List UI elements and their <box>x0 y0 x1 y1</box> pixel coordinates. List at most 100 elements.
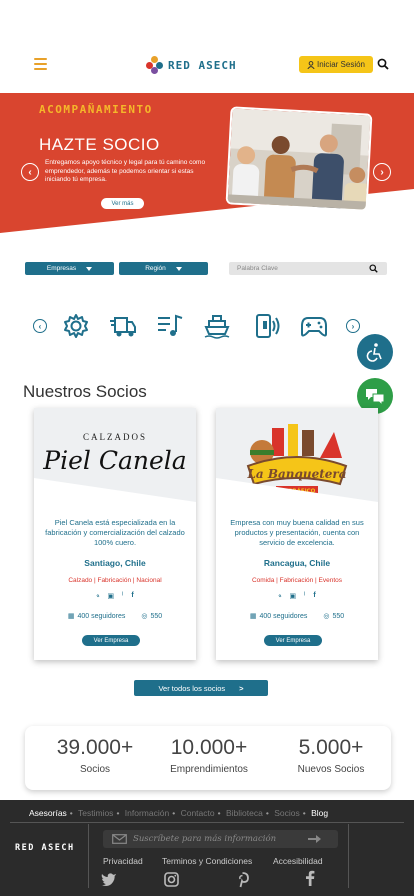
stat-label: Socios <box>79 764 110 775</box>
partner-tags: Comida | Fabricación | Eventos <box>251 577 343 584</box>
hero-banner: ACOMPAÑAMIENTO HAZTE SOCIO Entregamos ap… <box>0 93 414 233</box>
footer-link-socios[interactable]: Socios <box>274 808 300 818</box>
subscribe-placeholder: Suscríbete para más información <box>133 834 277 844</box>
followers-count: 400 seguidores <box>259 612 308 620</box>
views-icon: ◎ <box>323 613 330 620</box>
stat-socios: 39.000+ Socios <box>35 736 155 775</box>
hero-title: HAZTE SOCIO <box>39 135 160 154</box>
accessibility-button[interactable] <box>357 334 393 370</box>
chat-icon <box>366 389 385 406</box>
hamburger-menu-icon[interactable] <box>34 58 47 70</box>
device-icon[interactable] <box>253 312 281 340</box>
partner-card-piel-canela: CALZADOS Piel Canela Piel Canela está es… <box>34 408 196 660</box>
pinterest-icon[interactable]: ᴵ <box>304 592 305 600</box>
chevron-down-icon <box>86 266 93 271</box>
views-count: 550 <box>150 612 163 620</box>
brand-logo[interactable]: RED ASECH <box>146 56 237 74</box>
instagram-icon[interactable]: ▣ <box>290 592 297 600</box>
views-count: 550 <box>332 612 345 620</box>
footer: Asesorías • Testimios • Información • Conta… <box>0 800 414 896</box>
mail-icon <box>112 834 127 844</box>
ship-icon[interactable] <box>203 312 231 340</box>
logo-mark-icon <box>146 56 164 74</box>
truck-icon[interactable] <box>109 312 137 340</box>
empresas-label: Empresas <box>46 265 77 272</box>
footer-link-accesibilidad[interactable]: Accesibilidad <box>273 856 323 866</box>
view-all-label: Ver todos los socios <box>158 683 226 693</box>
partner-social-links: 𝓻 ▣ ᴵ f <box>34 592 196 600</box>
followers-count: 400 seguidores <box>77 612 126 620</box>
facebook-icon[interactable]: f <box>131 592 133 600</box>
partner-location: Santiago, Chile <box>84 558 146 568</box>
login-label: Iniciar Sesión <box>316 60 366 69</box>
stat-value: 39.000+ <box>56 736 134 759</box>
chevron-right-icon: > <box>239 683 244 693</box>
category-next-icon[interactable]: › <box>346 319 360 333</box>
card-wedge <box>34 478 196 518</box>
chevron-down-icon <box>175 266 182 271</box>
partner-location: Rancagua, Chile <box>263 558 331 568</box>
card-wedge <box>216 478 378 518</box>
footer-divider-vertical <box>88 824 89 888</box>
top-header: RED ASECH Iniciar Sesión <box>0 44 414 84</box>
followers-icon: ▦ <box>249 613 257 620</box>
partner-description: Empresa con muy buena calidad en sus pro… <box>230 518 364 547</box>
instagram-icon[interactable] <box>164 872 179 887</box>
facebook-icon[interactable]: f <box>313 592 315 600</box>
instagram-icon[interactable]: ▣ <box>108 592 115 600</box>
keyword-search-input[interactable]: Palabra Clave <box>229 262 387 275</box>
footer-link-terminos[interactable]: Terminos y Condiciones <box>162 856 252 866</box>
search-icon[interactable] <box>377 58 389 70</box>
logo-top-text: CALZADOS <box>82 432 147 442</box>
region-select[interactable]: Región <box>119 262 208 275</box>
footer-link-biblioteca[interactable]: Biblioteca <box>226 808 263 818</box>
view-company-button[interactable]: Ver Empresa <box>264 635 322 646</box>
hero-more-button[interactable]: Ver más <box>101 198 144 209</box>
stat-value: 5.000+ <box>298 736 364 759</box>
settings-icon[interactable] <box>62 312 90 340</box>
keyword-placeholder: Palabra Clave <box>237 265 278 272</box>
footer-link-blog[interactable]: Blog <box>311 808 328 818</box>
twitter-icon[interactable] <box>101 872 117 886</box>
footer-link-informacion[interactable]: Información <box>125 808 169 818</box>
user-icon <box>307 60 315 69</box>
music-icon[interactable] <box>156 312 184 340</box>
pinterest-icon[interactable] <box>236 872 249 888</box>
partner-logo-name: Piel Canela <box>43 446 187 475</box>
views-icon: ◎ <box>141 613 148 620</box>
partner-stats: ▦ 400 seguidores ◎ 550 <box>216 612 378 621</box>
footer-link-testimonios[interactable]: Testimios <box>78 808 113 818</box>
subscribe-input[interactable]: Suscríbete para más información <box>103 830 338 848</box>
footer-link-asesorias[interactable]: Asesorías <box>29 808 67 818</box>
login-button[interactable]: Iniciar Sesión <box>299 56 373 73</box>
footer-divider-vertical <box>348 824 349 888</box>
partner-description: Piel Canela está especializada en la fab… <box>45 518 185 547</box>
hero-description: Entregamos apoyo técnico y legal para tú… <box>45 159 206 183</box>
category-carousel: ‹ › <box>0 308 414 346</box>
category-prev-icon[interactable]: ‹ <box>33 319 47 333</box>
twitter-icon[interactable]: 𝓻 <box>96 592 99 600</box>
view-all-partners-button[interactable]: Ver todos los socios > <box>134 680 268 696</box>
filters-bar: Empresas Región Palabra Clave <box>0 262 414 276</box>
facebook-icon[interactable] <box>305 870 315 886</box>
search-icon[interactable] <box>369 264 378 273</box>
twitter-icon[interactable]: 𝓻 <box>278 592 281 600</box>
pinterest-icon[interactable]: ᴵ <box>122 592 123 600</box>
region-label: Región <box>145 265 166 272</box>
footer-link-privacidad[interactable]: Privacidad <box>103 856 143 866</box>
view-company-button[interactable]: Ver Empresa <box>82 635 140 646</box>
arrow-right-icon[interactable] <box>308 834 322 844</box>
partner-social-links: 𝓻 ▣ ᴵ f <box>216 592 378 600</box>
footer-link-contacto[interactable]: Contacto <box>181 808 215 818</box>
brand-name: RED ASECH <box>168 58 237 72</box>
footer-links: Asesorías • Testimios • Información • Conta… <box>29 808 329 818</box>
empresas-select[interactable]: Empresas <box>25 262 114 275</box>
wheelchair-icon <box>366 343 382 362</box>
stat-nuevos-socios: 5.000+ Nuevos Socios <box>271 736 391 775</box>
stat-label: Nuevos Socios <box>297 764 365 775</box>
partner-tags: Calzado | Fabricación | Nacional <box>68 577 162 584</box>
followers-icon: ▦ <box>67 613 75 620</box>
hero-next-arrow-icon[interactable]: › <box>373 163 391 181</box>
gamepad-icon[interactable] <box>300 312 328 340</box>
hero-prev-arrow-icon[interactable]: ‹ <box>21 163 39 181</box>
